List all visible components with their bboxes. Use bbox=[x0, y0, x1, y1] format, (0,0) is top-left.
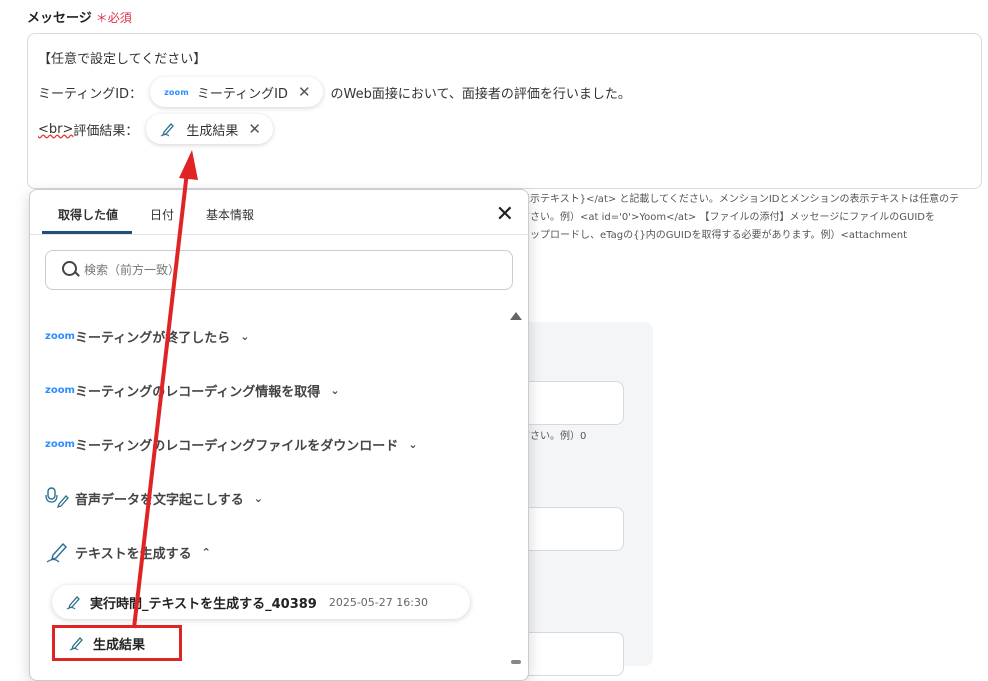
tab-basic-info[interactable]: 基本情報 bbox=[206, 206, 254, 223]
editor-text-1: 【任意で設定してください】 bbox=[38, 52, 207, 67]
meeting-id-chip-label: ミーティングID bbox=[196, 86, 288, 102]
chevron-up-icon[interactable]: ⌃ bbox=[202, 546, 211, 559]
scroll-up-arrow-icon[interactable] bbox=[510, 312, 522, 320]
zoom-logo-icon: zoom bbox=[164, 87, 189, 97]
required-mark: ＊必須 bbox=[95, 11, 132, 25]
chevron-down-icon[interactable]: ⌄ bbox=[330, 384, 339, 397]
list-item-transcribe[interactable]: 音声データを文字起こしする ⌄ bbox=[45, 486, 263, 510]
editor-text-2-suffix: のWeb面接において、面接者の評価を行いました。 bbox=[330, 86, 631, 102]
list-item-generate-text[interactable]: テキストを生成する ⌃ bbox=[45, 540, 211, 564]
close-icon[interactable]: ✕ bbox=[298, 83, 311, 101]
scroll-thumb[interactable] bbox=[511, 660, 521, 664]
helper-text-2: ださい。例）<at id='0'>Yoom</at> 【ファイルの添付】メッセー… bbox=[520, 212, 935, 223]
list-item-label: ミーティングのレコーディング情報を取得 bbox=[75, 385, 321, 400]
list-item-label: ミーティングのレコーディングファイルをダウンロード bbox=[75, 439, 399, 454]
editor-line-3: <br> 評価結果： 生成結果 ✕ bbox=[38, 114, 281, 144]
generated-result-label: 生成結果 bbox=[93, 637, 146, 653]
meeting-id-chip[interactable]: zoom ミーティングID ✕ bbox=[150, 77, 323, 107]
list-item-label: ミーティングが終了したら bbox=[75, 331, 231, 346]
field-label-text: メッセージ bbox=[27, 11, 92, 26]
pen-icon bbox=[160, 121, 178, 137]
pen-icon bbox=[45, 540, 75, 564]
scrollbar[interactable] bbox=[510, 312, 522, 672]
variable-picker-panel: 取得した値 日付 基本情報 ✕ zoom ミーティングが終了したら ⌄ zoom… bbox=[29, 189, 529, 681]
list-item-label: 音声データを文字起こしする bbox=[75, 492, 244, 508]
editor-text-2-prefix: ミーティングID： bbox=[38, 86, 143, 102]
zoom-logo-icon: zoom bbox=[45, 439, 75, 450]
generated-result-option[interactable]: 生成結果 bbox=[52, 625, 182, 661]
chevron-down-icon[interactable]: ⌄ bbox=[408, 438, 417, 451]
voice-pen-icon bbox=[45, 486, 75, 510]
zoom-logo-icon: zoom bbox=[45, 331, 75, 342]
generated-result-chip-label: 生成結果 bbox=[186, 123, 239, 139]
editor-text-3-prefix: 評価結果： bbox=[73, 123, 139, 139]
tab-acquired-values[interactable]: 取得した値 bbox=[58, 206, 118, 223]
editor-line-1: 【任意で設定してください】 bbox=[38, 48, 206, 67]
execution-result-label: 実行時間_テキストを生成する_40389 bbox=[90, 596, 317, 612]
message-field-label: メッセージ ＊必須 bbox=[27, 7, 132, 26]
pen-icon bbox=[66, 594, 84, 610]
pen-icon bbox=[69, 635, 87, 651]
search-icon bbox=[62, 261, 77, 276]
editor-line-2: ミーティングID： zoom ミーティングID ✕ のWeb面接において、面接者… bbox=[38, 77, 631, 107]
search-input[interactable] bbox=[82, 259, 486, 281]
execution-result-row[interactable]: 実行時間_テキストを生成する_40389 2025-05-27 16:30 bbox=[52, 585, 470, 619]
close-icon[interactable]: ✕ bbox=[496, 202, 514, 227]
list-item-recording-info[interactable]: zoom ミーティングのレコーディング情報を取得 ⌄ bbox=[45, 381, 340, 400]
tab-date[interactable]: 日付 bbox=[150, 206, 174, 223]
helper-text-1: 表示テキスト}</at> と記載してください。メンションIDとメンションの表示テ… bbox=[520, 194, 960, 205]
search-box[interactable] bbox=[45, 250, 513, 290]
execution-timestamp: 2025-05-27 16:30 bbox=[328, 595, 428, 609]
message-editor[interactable]: 【任意で設定してください】 ミーティングID： zoom ミーティングID ✕ … bbox=[27, 33, 982, 189]
chevron-down-icon[interactable]: ⌄ bbox=[254, 492, 263, 505]
helper-text-4: ださい。例）0 bbox=[520, 431, 587, 442]
br-tag-text: <br> bbox=[38, 121, 74, 137]
list-item-recording-download[interactable]: zoom ミーティングのレコーディングファイルをダウンロード ⌄ bbox=[45, 435, 418, 454]
active-tab-underline bbox=[42, 231, 132, 234]
zoom-logo-icon: zoom bbox=[45, 385, 75, 396]
list-item-label: テキストを生成する bbox=[75, 546, 192, 562]
close-icon[interactable]: ✕ bbox=[248, 120, 261, 138]
generated-result-chip[interactable]: 生成結果 ✕ bbox=[146, 114, 273, 144]
panel-tabs: 取得した値 日付 基本情報 ✕ bbox=[30, 190, 528, 235]
helper-text-3: アップロードし、eTagの{}内のGUIDを取得する必要があります。例）<att… bbox=[520, 230, 907, 241]
list-item-meeting-ended[interactable]: zoom ミーティングが終了したら ⌄ bbox=[45, 327, 249, 346]
chevron-down-icon[interactable]: ⌄ bbox=[240, 330, 249, 343]
